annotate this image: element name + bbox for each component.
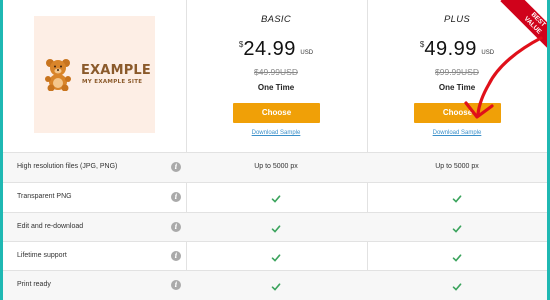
download-sample-link[interactable]: Download Sample (186, 130, 366, 136)
currency-symbol: $ (238, 40, 244, 49)
old-price: $49.99USD (254, 67, 298, 77)
teddy-bear-icon (45, 59, 71, 91)
check-icon (367, 250, 547, 268)
plan-term: One Time (257, 83, 295, 92)
plan-basic: BASIC $24.99 USD $49.99USD One Time Choo… (186, 0, 366, 152)
pricing-header: EXAMPLE MY EXAMPLE SITE BASIC $24.99 USD… (3, 0, 547, 152)
feature-label: Lifetime support (17, 252, 67, 259)
plan-name: BASIC (260, 14, 291, 25)
feature-row: Print ready i (3, 270, 547, 300)
feature-label: Print ready (17, 281, 51, 288)
feature-row: Lifetime support i (3, 241, 547, 271)
check-icon (186, 191, 366, 209)
feature-label: Transparent PNG (17, 193, 72, 200)
check-icon (367, 279, 547, 297)
pricing-table: EXAMPLE MY EXAMPLE SITE BASIC $24.99 USD… (3, 0, 547, 300)
price-amount: 24.99 (243, 38, 296, 60)
choose-basic-button[interactable]: Choose (233, 103, 320, 123)
plan-term: One Time (438, 83, 476, 92)
best-value-ribbon: BEST VALUE (486, 0, 547, 61)
info-icon[interactable]: i (171, 222, 181, 232)
check-icon (186, 250, 366, 268)
basic-value: Up to 5000 px (254, 163, 298, 170)
currency-code: USD (300, 50, 314, 56)
feature-row: Transparent PNG i (3, 182, 547, 212)
info-icon[interactable]: i (171, 192, 181, 202)
plan-price: $24.99 USD (186, 38, 366, 61)
feature-row: Edit and re-download i (3, 212, 547, 242)
download-sample-link[interactable]: Download Sample (367, 130, 547, 136)
feature-label: Edit and re-download (17, 223, 84, 230)
info-icon[interactable]: i (171, 251, 181, 261)
check-icon (367, 191, 547, 209)
feature-label: High resolution files (JPG, PNG) (17, 163, 118, 170)
currency-symbol: $ (419, 40, 425, 49)
info-icon[interactable]: i (171, 280, 181, 290)
check-icon (186, 279, 366, 297)
check-icon (367, 221, 547, 239)
choose-plus-button[interactable]: Choose (414, 103, 501, 123)
old-price: $99.99USD (435, 67, 479, 77)
price-amount: 49.99 (424, 38, 477, 60)
feature-row: High resolution files (JPG, PNG) i Up to… (3, 152, 547, 182)
info-icon[interactable]: i (171, 162, 181, 172)
check-icon (186, 221, 366, 239)
product-preview: EXAMPLE MY EXAMPLE SITE (34, 16, 155, 133)
logo-subtitle: MY EXAMPLE SITE (82, 79, 143, 85)
logo-title: EXAMPLE (81, 63, 151, 78)
plus-value: Up to 5000 px (435, 163, 479, 170)
